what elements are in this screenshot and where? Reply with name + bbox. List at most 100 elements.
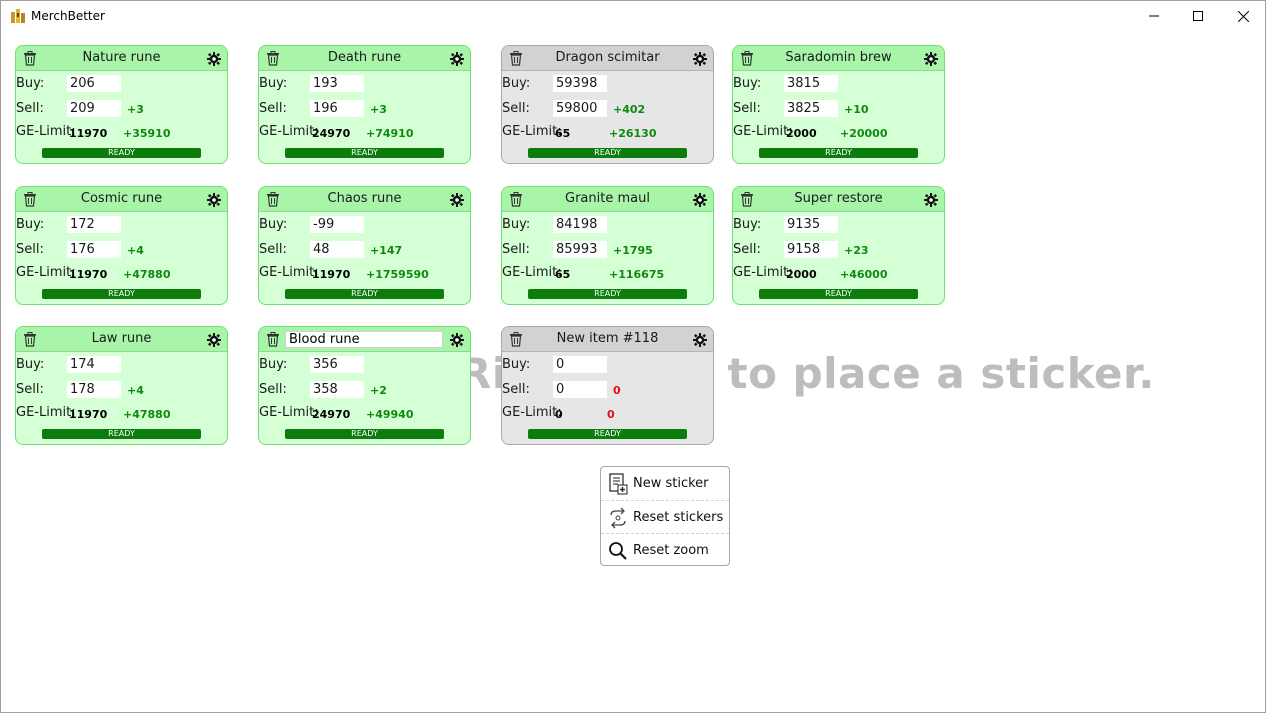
title-bar[interactable]: MerchBetter (1, 1, 1265, 31)
sticker-header[interactable]: Nature rune (16, 46, 227, 71)
sticker-name[interactable]: New item #118 (532, 331, 683, 346)
close-button[interactable] (1220, 1, 1266, 31)
gear-icon[interactable] (450, 192, 464, 211)
sticker-name[interactable]: Chaos rune (289, 191, 440, 206)
gear-icon[interactable] (207, 192, 221, 211)
sell-price-input[interactable]: 85993 (553, 241, 607, 258)
gear-icon[interactable] (693, 51, 707, 70)
sticker-name[interactable]: Dragon scimitar (532, 50, 683, 65)
ready-status-bar[interactable]: READY (528, 429, 687, 439)
sticker-name[interactable]: Super restore (763, 191, 914, 206)
gear-icon[interactable] (207, 332, 221, 351)
sell-price-input[interactable]: 176 (67, 241, 121, 258)
buy-price-input[interactable]: 172 (67, 216, 121, 233)
gear-icon[interactable] (924, 192, 938, 211)
sticker-name[interactable]: Saradomin brew (763, 50, 914, 65)
sticker-name[interactable]: Law rune (46, 331, 197, 346)
ready-status-bar[interactable]: READY (285, 429, 444, 439)
ready-status-bar[interactable]: READY (42, 289, 201, 299)
buy-price-input[interactable]: 9135 (784, 216, 838, 233)
sticker-card[interactable]: Law rune Buy: 174 Sell: 178 +4 GE-Limit: 11970 +… (15, 326, 228, 445)
ready-status-bar[interactable]: READY (42, 148, 201, 158)
app-logo-icon (10, 8, 26, 24)
trash-icon[interactable] (266, 332, 280, 351)
buy-price-input[interactable]: 3815 (784, 75, 838, 92)
maximize-button[interactable] (1175, 1, 1221, 31)
sticker-name-input[interactable]: Blood rune (285, 331, 443, 348)
buy-price-input[interactable]: 84198 (553, 216, 607, 233)
sticker-header[interactable]: Dragon scimitar (502, 46, 713, 71)
buy-price-input[interactable]: 59398 (553, 75, 607, 92)
trash-icon[interactable] (509, 51, 523, 70)
sticker-header[interactable]: Blood rune (259, 327, 470, 352)
sticker-card[interactable]: Chaos rune Buy: -99 Sell: 48 +147 GE-Limit: 119… (258, 186, 471, 305)
sell-price-input[interactable]: 3825 (784, 100, 838, 117)
trash-icon[interactable] (509, 192, 523, 211)
ready-status-bar[interactable]: READY (759, 289, 918, 299)
sticker-name[interactable]: Death rune (289, 50, 440, 65)
sticker-header[interactable]: Super restore (733, 187, 944, 212)
sticker-header[interactable]: Cosmic rune (16, 187, 227, 212)
trash-icon[interactable] (23, 192, 37, 211)
sell-price-input[interactable]: 178 (67, 381, 121, 398)
gear-icon[interactable] (207, 51, 221, 70)
trash-icon[interactable] (23, 332, 37, 351)
sticker-header[interactable]: Death rune (259, 46, 470, 71)
buy-price-input[interactable]: -99 (310, 216, 364, 233)
ready-status-bar[interactable]: READY (759, 148, 918, 158)
gear-icon[interactable] (693, 332, 707, 351)
menu-item-reset-stickers[interactable]: Reset stickers (601, 500, 729, 533)
sticker-header[interactable]: Chaos rune (259, 187, 470, 212)
minimize-button[interactable] (1131, 1, 1177, 31)
sell-price-input[interactable]: 196 (310, 100, 364, 117)
trash-icon[interactable] (740, 192, 754, 211)
sticker-header[interactable]: Granite maul (502, 187, 713, 212)
sticker-card[interactable]: Blood rune Buy: 356 Sell: 358 +2 GE-Limit: 2497… (258, 326, 471, 445)
sticker-name[interactable]: Granite maul (532, 191, 683, 206)
trash-icon[interactable] (266, 51, 280, 70)
magnifier-icon (608, 540, 628, 566)
buy-price-input[interactable]: 0 (553, 356, 607, 373)
sticker-card[interactable]: Saradomin brew Buy: 3815 Sell: 3825 +10 GE-Lim… (732, 45, 945, 164)
buy-price-input[interactable]: 193 (310, 75, 364, 92)
ready-status-bar[interactable]: READY (42, 429, 201, 439)
sell-price-input[interactable]: 9158 (784, 241, 838, 258)
sticker-card[interactable]: New item #118 Buy: 0 Sell: 0 0 GE-Limit: 0 0 READ… (501, 326, 714, 445)
sticker-card[interactable]: Nature rune Buy: 206 Sell: 209 +3 GE-Limit: 119… (15, 45, 228, 164)
ready-status-bar[interactable]: READY (285, 289, 444, 299)
gear-icon[interactable] (450, 332, 464, 351)
trash-icon[interactable] (266, 192, 280, 211)
trash-icon[interactable] (509, 332, 523, 351)
ready-status-bar[interactable]: READY (528, 148, 687, 158)
sticker-card[interactable]: Cosmic rune Buy: 172 Sell: 176 +4 GE-Limit: 119… (15, 186, 228, 305)
sell-price-input[interactable]: 358 (310, 381, 364, 398)
trash-icon[interactable] (740, 51, 754, 70)
buy-price-input[interactable]: 356 (310, 356, 364, 373)
buy-label: Buy: (16, 76, 45, 91)
sell-price-input[interactable]: 0 (553, 381, 607, 398)
sticker-card[interactable]: Death rune Buy: 193 Sell: 196 +3 GE-Limit: 2497… (258, 45, 471, 164)
gear-icon[interactable] (693, 192, 707, 211)
sell-price-input[interactable]: 59800 (553, 100, 607, 117)
buy-price-input[interactable]: 206 (67, 75, 121, 92)
sticker-name[interactable]: Cosmic rune (46, 191, 197, 206)
sticker-card[interactable]: Dragon scimitar Buy: 59398 Sell: 59800 +402 GE… (501, 45, 714, 164)
sticker-header[interactable]: Law rune (16, 327, 227, 352)
sticker-name[interactable]: Nature rune (46, 50, 197, 65)
ready-status-bar[interactable]: READY (285, 148, 444, 158)
sell-price-input[interactable]: 209 (67, 100, 121, 117)
sell-price-input[interactable]: 48 (310, 241, 364, 258)
gear-icon[interactable] (924, 51, 938, 70)
buy-price-input[interactable]: 174 (67, 356, 121, 373)
sticker-header[interactable]: New item #118 (502, 327, 713, 352)
sticker-card[interactable]: Super restore Buy: 9135 Sell: 9158 +23 GE-Limi… (732, 186, 945, 305)
trash-icon[interactable] (23, 51, 37, 70)
ge-limit-label: GE-Limit: (733, 265, 793, 280)
ready-status-bar[interactable]: READY (528, 289, 687, 299)
sticker-card[interactable]: Granite maul Buy: 84198 Sell: 85993 +1795 GE-L… (501, 186, 714, 305)
gear-icon[interactable] (450, 51, 464, 70)
menu-item-reset-zoom[interactable]: Reset zoom (601, 533, 729, 566)
sticker-header[interactable]: Saradomin brew (733, 46, 944, 71)
menu-item-new-sticker[interactable]: New sticker (601, 467, 729, 500)
potential-profit-value: +49940 (366, 408, 414, 421)
